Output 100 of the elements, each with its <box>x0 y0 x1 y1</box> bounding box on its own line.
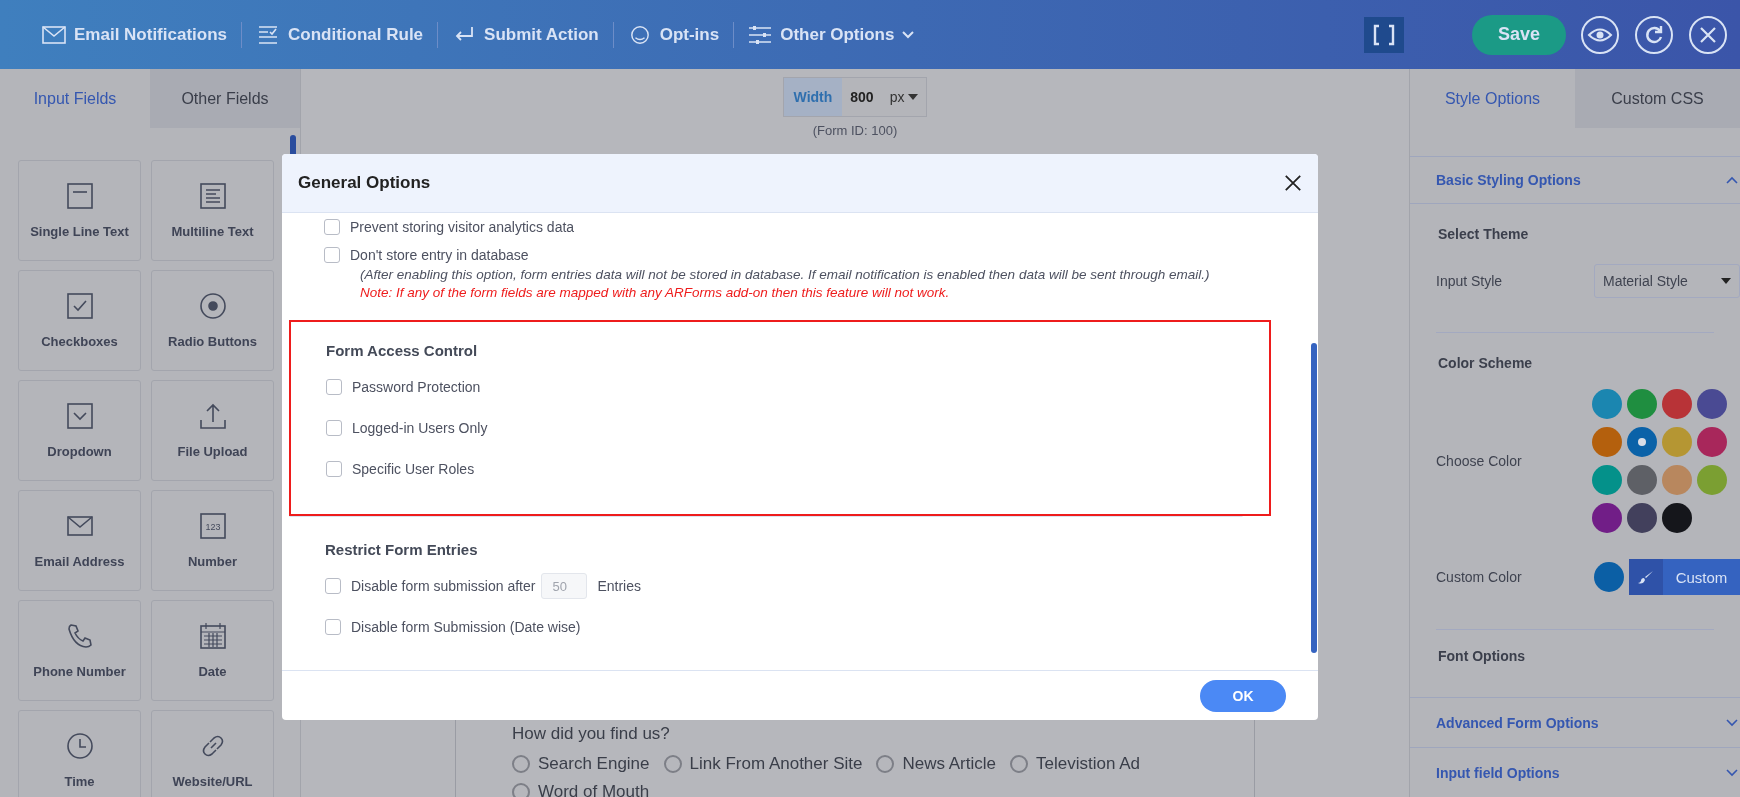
field-label: Input Style <box>1436 273 1504 289</box>
color-swatch[interactable] <box>1662 389 1692 419</box>
radio-button[interactable] <box>663 755 682 773</box>
option-label: Prevent storing visitor analytics data <box>350 219 575 235</box>
number-icon: 123 <box>198 512 227 540</box>
close-icon[interactable] <box>1284 174 1302 192</box>
field-card[interactable]: Multiline Text <box>151 160 274 261</box>
checkbox[interactable] <box>326 379 342 395</box>
calendar-icon <box>198 622 227 650</box>
field-card[interactable]: Checkboxes <box>18 270 141 371</box>
option-label: Televistion Ad <box>1036 754 1140 774</box>
field-label: Custom Color <box>1436 569 1523 585</box>
accordion-header[interactable]: Input field Options <box>1410 747 1740 797</box>
field-label: Choose Color <box>1436 453 1523 469</box>
section-heading: Font Options <box>1438 648 1527 664</box>
width-label: Width <box>783 78 843 116</box>
color-swatch[interactable] <box>1594 562 1624 592</box>
color-swatch[interactable] <box>1592 427 1622 457</box>
panel-tab[interactable]: Custom CSS <box>1575 69 1740 128</box>
toolbar-button[interactable]: Opt-ins <box>627 24 720 45</box>
field-card[interactable]: Radio Buttons <box>151 270 274 371</box>
color-swatch[interactable] <box>1627 389 1657 419</box>
option-label: Word of Mouth <box>538 782 650 797</box>
save-button[interactable]: Save <box>1472 14 1566 55</box>
color-swatch[interactable] <box>1697 427 1727 457</box>
field-card[interactable]: Email Address <box>18 490 141 591</box>
form-id: (Form ID: 100) <box>812 123 898 138</box>
checkbox-icon <box>65 292 94 320</box>
unit-label: Entries <box>597 578 641 594</box>
checkbox[interactable] <box>324 219 340 235</box>
width-field[interactable]: 800 <box>842 89 882 105</box>
radio-icon <box>198 292 227 320</box>
brackets-icon[interactable] <box>1364 16 1404 53</box>
checkbox[interactable] <box>325 578 341 594</box>
checkbox[interactable] <box>325 619 341 635</box>
option-label: Link From Another Site <box>689 754 863 774</box>
caret-icon <box>908 94 919 100</box>
option-label: Logged-in Users Only <box>352 420 488 436</box>
warning-text: Note: If any of the form fields are mapped with any ARForms add-on then this feature will not work. <box>360 285 951 300</box>
eye-icon[interactable] <box>1580 14 1620 55</box>
refresh-icon[interactable] <box>1634 14 1674 55</box>
toolbar-button[interactable]: Conditional Rule <box>256 24 424 45</box>
color-swatch[interactable] <box>1662 503 1692 533</box>
caret-icon <box>1721 278 1731 284</box>
color-swatch[interactable] <box>1627 465 1657 495</box>
section-heading: Form Access Control <box>326 342 479 359</box>
checkbox[interactable] <box>326 461 342 477</box>
field-card[interactable]: 123 Number <box>151 490 274 591</box>
radio-button[interactable] <box>512 755 530 773</box>
unit-dropdown[interactable]: px <box>881 89 927 105</box>
brush-icon <box>1638 570 1654 584</box>
color-swatch[interactable] <box>1592 503 1622 533</box>
field-card[interactable]: File Upload <box>151 380 274 481</box>
option-label: Disable form Submission (Date wise) <box>351 619 581 635</box>
field-card[interactable]: Time <box>18 710 141 797</box>
option-label: Password Protection <box>352 379 481 395</box>
line-box-icon <box>65 182 94 210</box>
dialog-title: General Options <box>298 173 431 193</box>
ok-button[interactable]: OK <box>1200 679 1286 712</box>
section-heading: Color Scheme <box>1438 355 1534 371</box>
section-heading: Restrict Form Entries <box>325 541 479 558</box>
field-card[interactable]: Phone Number <box>18 600 141 701</box>
color-swatch[interactable] <box>1592 389 1622 419</box>
upload-icon <box>198 402 227 430</box>
toolbar-button[interactable]: Other Options <box>748 24 915 45</box>
color-swatch[interactable] <box>1627 503 1657 533</box>
question-label: How did you find us? <box>512 724 671 744</box>
text-lines-icon <box>198 182 227 210</box>
clock-icon <box>65 732 94 760</box>
radio-button[interactable] <box>1010 755 1028 773</box>
toolbar-button[interactable]: Submit Action <box>452 24 599 45</box>
radio-button[interactable] <box>876 755 895 773</box>
color-swatch[interactable] <box>1662 427 1692 457</box>
color-swatch[interactable] <box>1697 465 1727 495</box>
panel-tab[interactable]: Other Fields <box>150 69 300 128</box>
scrollbar-thumb[interactable] <box>1311 343 1317 653</box>
accordion-header[interactable]: Advanced Form Options <box>1410 697 1740 747</box>
option-label: News Article <box>902 754 996 774</box>
style-dropdown[interactable]: Material Style <box>1594 264 1740 298</box>
field-card[interactable]: Single Line Text <box>18 160 141 261</box>
option-label: Specific User Roles <box>352 461 475 477</box>
checkbox[interactable] <box>324 247 340 263</box>
section-heading: Select Theme <box>1438 226 1530 242</box>
color-swatch[interactable] <box>1662 465 1692 495</box>
field-card[interactable]: Date <box>151 600 274 701</box>
field-card[interactable]: Website/URL <box>151 710 274 797</box>
color-swatch[interactable] <box>1592 465 1622 495</box>
custom-color-button[interactable]: Custom <box>1629 559 1740 595</box>
toolbar-button[interactable]: Email Notifications <box>42 24 228 45</box>
field-card[interactable]: Dropdown <box>18 380 141 481</box>
option-label: Disable form submission after <box>351 578 536 594</box>
option-label: Don't store entry in database <box>350 247 529 263</box>
envelope-icon <box>42 24 66 45</box>
phone-icon <box>65 622 94 650</box>
checkbox[interactable] <box>326 420 342 436</box>
radio-button[interactable] <box>512 783 530 797</box>
color-swatch[interactable] <box>1627 427 1657 457</box>
color-swatch[interactable] <box>1697 389 1727 419</box>
sliders-icon <box>748 24 773 45</box>
accordion-header[interactable]: Basic Styling Options <box>1410 156 1740 203</box>
